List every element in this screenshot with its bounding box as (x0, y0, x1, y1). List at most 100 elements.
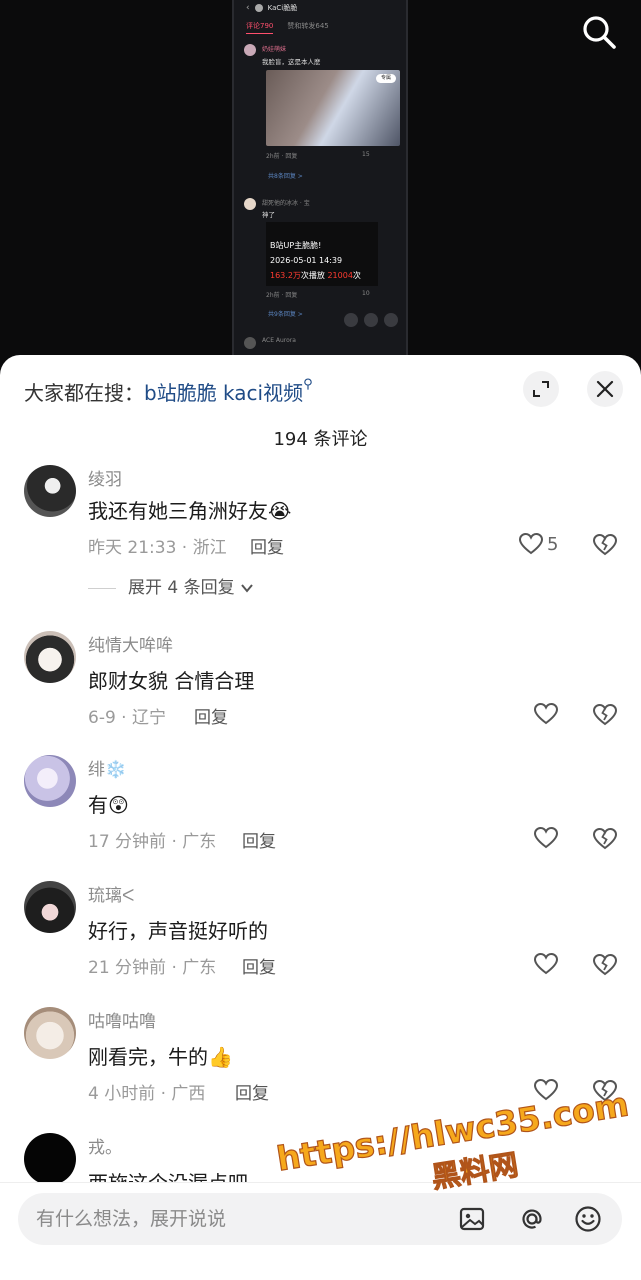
comment-author[interactable]: 琉璃ᐸ (88, 881, 134, 906)
embedded-tab-comments: 评论790 (246, 21, 274, 34)
embedded-card-plays-suffix: 次播放 (300, 271, 325, 280)
comment-author[interactable]: 绯❄️ (88, 755, 126, 780)
embedded-comment1-likes: 15 (362, 151, 370, 158)
comment-meta: 4 小时前 · 广西 (88, 1084, 206, 1104)
embedded-comment1-text: 我脸盲，这是本人麽 (262, 58, 321, 66)
embedded-card-danmaku-suffix: 次 (352, 271, 361, 280)
avatar[interactable] (24, 881, 76, 933)
comment-meta: 21 分钟前 · 广东 (88, 958, 217, 978)
hot-search-label: 大家都在搜： (24, 381, 144, 405)
comment-text: 刚看完，牛的👍 (88, 1045, 233, 1069)
fullscreen-button[interactable] (523, 371, 559, 407)
search-button[interactable] (579, 12, 619, 52)
comment-author[interactable]: 纯情大哞哞 (88, 631, 173, 656)
close-button[interactable] (587, 371, 623, 407)
heart-icon (533, 702, 559, 725)
heart-icon (518, 532, 544, 555)
like-button[interactable] (518, 951, 566, 979)
like-button[interactable] (518, 825, 566, 853)
sheet-header: 大家都在搜：b站脆脆 kaci视频⚲ (0, 355, 641, 425)
embedded-comment2-likes: 10 (362, 290, 370, 297)
avatar[interactable] (24, 1007, 76, 1059)
heart-icon (533, 952, 559, 975)
embedded-avatar-2 (244, 198, 256, 210)
embedded-card-stats: 163.2万次播放 21004次 (270, 268, 378, 283)
comment-meta: 昨天 21:33 · 浙江 (88, 538, 227, 558)
embedded-download-icon (344, 313, 358, 327)
expand-divider (88, 587, 116, 589)
comment-author[interactable]: 咕噜咕噜 (88, 1007, 156, 1032)
embedded-chip: 专属 (376, 74, 396, 83)
close-icon (596, 380, 614, 398)
embedded-share-icon (384, 313, 398, 327)
comment-sheet: 大家都在搜：b站脆脆 kaci视频⚲ 194 条评论 绫羽 我还有她三角洲好友😭… (0, 355, 641, 1280)
comment-text: 有😲 (88, 793, 129, 817)
avatar[interactable] (24, 465, 76, 517)
comment-text: 好行，声音挺好听的 (88, 919, 268, 943)
comment-text: 郎财女貌 合情合理 (88, 669, 255, 693)
embedded-avatar-1 (244, 44, 256, 56)
avatar[interactable] (24, 755, 76, 807)
embedded-title-bar: ‹ KaCi脆脆 (234, 0, 406, 16)
hot-search-query[interactable]: b站脆脆 kaci视频 (144, 381, 303, 405)
embedded-card-plays: 163.2万 (270, 271, 301, 280)
mention-button[interactable] (518, 1205, 546, 1233)
comment-author[interactable]: 戎。 (88, 1133, 122, 1158)
embedded-comment1-name: 奶娃萌妹 (262, 46, 287, 53)
reply-button[interactable]: 回复 (242, 827, 276, 852)
like-button[interactable]: 5 (518, 531, 566, 559)
broken-heart-icon (592, 703, 618, 726)
expand-replies-label: 展开 4 条回复 (128, 578, 235, 598)
dislike-button[interactable] (592, 826, 618, 852)
embedded-video-thumbnail: 专属 (266, 70, 400, 146)
hot-search[interactable]: 大家都在搜：b站脆脆 kaci视频⚲ (24, 377, 313, 406)
embedded-tabs: 评论790 赞和转发645 (234, 16, 406, 34)
embedded-title: KaCi脆脆 (267, 4, 298, 12)
video-area[interactable]: ‹ KaCi脆脆 评论790 赞和转发645 奶娃萌妹 我脸盲，这是本人麽 专属… (0, 0, 641, 372)
embedded-comment2-expand: 共9条回复 > (268, 311, 303, 318)
embedded-tab-likes: 赞和转发645 (287, 22, 329, 30)
dislike-button[interactable] (592, 702, 618, 728)
comment-meta: 6-9 · 辽宁 (88, 708, 166, 728)
smile-icon (575, 1206, 601, 1232)
emoji-button[interactable] (574, 1205, 602, 1233)
avatar[interactable] (24, 1133, 76, 1185)
search-icon (583, 16, 616, 49)
like-button[interactable] (518, 1077, 566, 1105)
embedded-card-title: B站UP主脆脆! (270, 241, 322, 250)
comment-author[interactable]: 绫羽 (88, 465, 122, 490)
broken-heart-icon (592, 827, 618, 850)
comment-input-container[interactable] (18, 1193, 622, 1245)
embedded-copy-icon (364, 313, 378, 327)
reply-button[interactable]: 回复 (235, 1079, 269, 1104)
like-count: 5 (547, 534, 559, 555)
embedded-comment2-text: 神了 (262, 211, 275, 219)
embedded-comment1-meta: 2h前 · 回复 (266, 153, 298, 160)
like-button[interactable] (518, 701, 566, 729)
dislike-button[interactable] (592, 532, 618, 558)
dislike-button[interactable] (592, 952, 618, 978)
expand-replies-button[interactable]: 展开 4 条回复 (88, 573, 254, 598)
embedded-avatar-3 (244, 337, 256, 349)
broken-heart-icon (592, 1079, 618, 1102)
dislike-button[interactable] (592, 1078, 618, 1104)
heart-icon (533, 1078, 559, 1101)
reply-button[interactable]: 回复 (250, 533, 284, 558)
reply-button[interactable]: 回复 (242, 953, 276, 978)
embedded-card-danmaku: 21004 (327, 271, 353, 280)
heart-icon (533, 826, 559, 849)
embedded-comment2-name: 甜死他的冰冰 · 宝 (262, 200, 310, 207)
at-icon (522, 1209, 542, 1229)
reply-button[interactable]: 回复 (194, 703, 228, 728)
image-button[interactable] (458, 1205, 486, 1233)
embedded-card-date: 2026-05-01 14:39 (270, 256, 343, 265)
embedded-screenshot: ‹ KaCi脆脆 评论790 赞和转发645 奶娃萌妹 我脸盲，这是本人麽 专属… (232, 0, 408, 372)
comment-count: 194 条评论 (273, 429, 368, 450)
hot-search-query-icon: ⚲ (303, 377, 313, 392)
avatar[interactable] (24, 631, 76, 683)
comment-input[interactable] (36, 1193, 416, 1245)
broken-heart-icon (592, 953, 618, 976)
comment-meta: 17 分钟前 · 广东 (88, 832, 217, 852)
embedded-comment2-meta: 2h前 · 回复 (266, 292, 298, 299)
back-icon: ‹ (246, 3, 250, 13)
